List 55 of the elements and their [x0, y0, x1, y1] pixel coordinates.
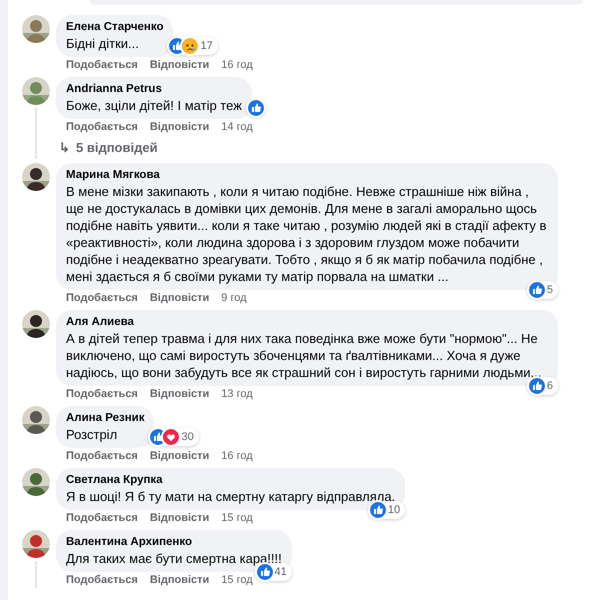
comment-text: Розстріл: [66, 426, 118, 443]
like-link[interactable]: Подобається: [66, 511, 138, 526]
reaction-number: 10: [388, 504, 402, 517]
thumbs-up-icon: [528, 378, 545, 394]
reply-link[interactable]: Відповісти: [150, 511, 210, 526]
like-link[interactable]: Подобається: [66, 120, 138, 135]
thumbs-up-icon: [256, 564, 272, 580]
reply-link[interactable]: Відповісти: [150, 387, 210, 402]
reaction-number: 30: [181, 430, 195, 444]
timestamp[interactable]: 15 год: [221, 573, 253, 588]
sad-face-icon: [182, 38, 198, 54]
heart-icon: [163, 429, 180, 445]
like-link[interactable]: Подобається: [66, 387, 138, 402]
thumbs-up-icon: [370, 502, 386, 518]
author-name[interactable]: Andrianna Petrus: [66, 82, 242, 97]
author-name[interactable]: Алина Резник: [66, 411, 144, 426]
reaction-count[interactable]: 5: [526, 281, 558, 299]
reaction-number: 41: [274, 566, 288, 579]
author-name[interactable]: Марина Мягкова: [66, 168, 548, 183]
reply-link[interactable]: Відповісти: [150, 449, 210, 464]
timestamp[interactable]: 16 год: [221, 58, 253, 73]
timestamp[interactable]: 14 год: [221, 120, 253, 135]
like-link[interactable]: Подобається: [66, 573, 138, 588]
reaction-count[interactable]: 6: [526, 377, 558, 395]
timestamp[interactable]: 16 год: [221, 449, 253, 464]
comment-text: Бідні дітки...: [66, 35, 140, 52]
author-name[interactable]: Валентина Архипенко: [66, 535, 282, 550]
timestamp[interactable]: 9 год: [221, 291, 247, 306]
reaction-count[interactable]: [246, 99, 266, 117]
reply-link[interactable]: Відповісти: [150, 291, 210, 306]
timestamp[interactable]: 15 год: [221, 511, 253, 526]
reaction-count[interactable]: 17: [167, 37, 218, 55]
author-name[interactable]: Светлана Крупка: [66, 473, 396, 488]
author-name[interactable]: Аля Алиева: [66, 315, 548, 330]
reaction-number: 6: [546, 379, 554, 393]
like-link[interactable]: Подобається: [66, 291, 138, 306]
author-name[interactable]: Елена Старченко: [66, 20, 164, 35]
reply-link[interactable]: Відповісти: [150, 120, 210, 135]
reaction-count[interactable]: 30: [148, 428, 199, 446]
like-link[interactable]: Подобається: [66, 58, 138, 73]
reply-link[interactable]: Відповісти: [150, 58, 210, 73]
thumbs-up-icon: [169, 38, 186, 54]
thumbs-up-icon: [150, 429, 166, 445]
thumbs-up-icon: [248, 100, 264, 116]
reaction-number: 5: [546, 283, 554, 297]
reaction-number: 17: [200, 39, 214, 53]
comment-text: Боже, зціли дітей! І матір теж: [66, 97, 242, 114]
reaction-count[interactable]: 10: [368, 501, 406, 519]
reaction-count[interactable]: 41: [254, 563, 292, 581]
reply-arrow-icon: ↳: [59, 138, 70, 158]
like-link[interactable]: Подобається: [66, 449, 138, 464]
timestamp[interactable]: 13 год: [221, 387, 253, 402]
thumbs-up-icon: [528, 282, 545, 298]
reply-link[interactable]: Відповісти: [150, 573, 210, 588]
view-replies-link[interactable]: 5 відповідей: [76, 138, 158, 158]
